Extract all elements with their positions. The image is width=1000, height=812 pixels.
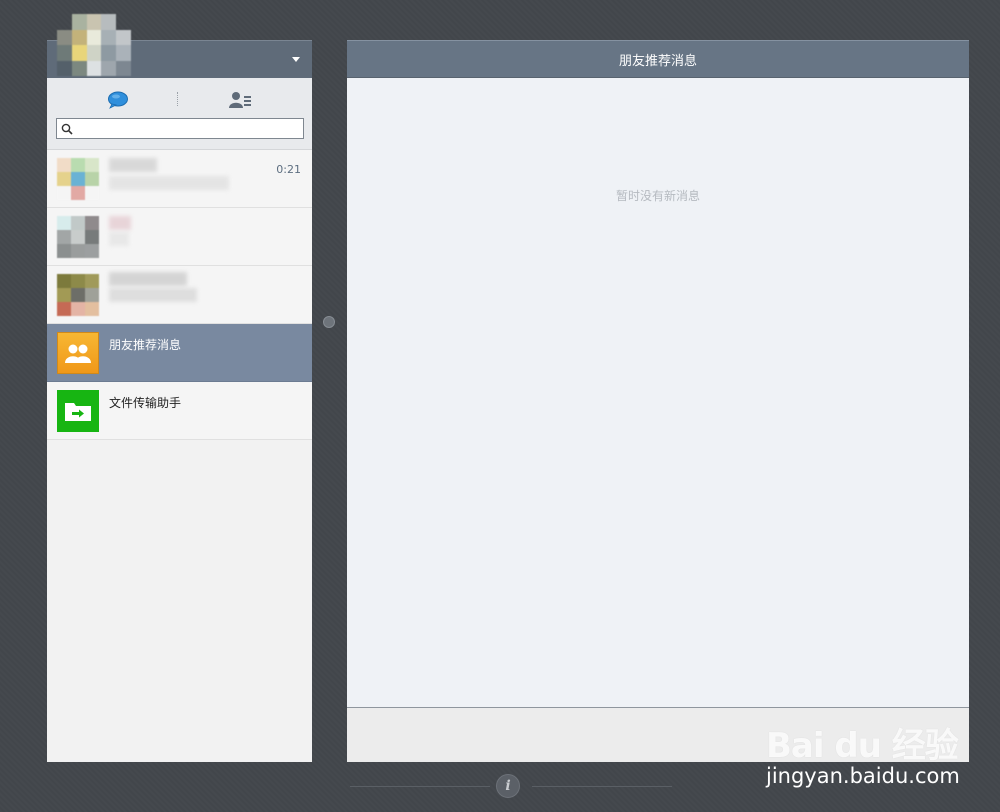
conversation-item[interactable] xyxy=(47,208,312,266)
avatar xyxy=(57,158,99,200)
blurred-name xyxy=(109,158,157,172)
self-avatar[interactable] xyxy=(57,14,131,76)
friend-recommendation-avatar xyxy=(57,332,99,374)
empty-message: 暂时没有新消息 xyxy=(615,189,700,203)
tab-divider xyxy=(177,92,178,106)
chat-bubble-icon xyxy=(108,91,128,109)
conversation-list: 0:21 朋友推荐消息 文件传输助手 xyxy=(47,150,312,440)
conversation-item-file-transfer[interactable]: 文件传输助手 xyxy=(47,382,312,440)
search-box[interactable] xyxy=(56,118,304,139)
chat-panel: 朋友推荐消息 暂时没有新消息 xyxy=(347,40,969,762)
bottom-divider-left xyxy=(350,786,490,787)
conversation-time: 0:21 xyxy=(276,163,301,176)
search-icon xyxy=(57,119,77,138)
info-icon[interactable]: i xyxy=(496,774,520,798)
blurred-preview xyxy=(109,176,229,190)
bottom-divider-right xyxy=(532,786,672,787)
group-users-icon xyxy=(65,344,91,363)
conversation-item-friend-recommendations[interactable]: 朋友推荐消息 xyxy=(47,324,312,382)
chat-title: 朋友推荐消息 xyxy=(347,40,969,78)
search-input[interactable] xyxy=(77,120,303,137)
dropdown-arrow-icon[interactable] xyxy=(292,57,300,62)
tab-chat[interactable] xyxy=(105,90,131,110)
watermark-url: jingyan.baidu.com xyxy=(766,764,960,788)
file-transfer-avatar xyxy=(57,390,99,432)
blurred-preview xyxy=(109,232,129,246)
blurred-name xyxy=(109,216,131,230)
watermark: Bai du 经验 jingyan.baidu.com xyxy=(760,700,1000,800)
conversation-item[interactable]: 0:21 xyxy=(47,150,312,208)
avatar xyxy=(57,216,99,258)
conversation-name: 朋友推荐消息 xyxy=(109,338,182,352)
scroll-handle[interactable] xyxy=(323,316,335,328)
blurred-preview xyxy=(109,288,197,302)
sidebar: 0:21 朋友推荐消息 文件传输助手 xyxy=(47,14,312,762)
blurred-name xyxy=(109,272,187,286)
tab-contacts[interactable] xyxy=(227,89,253,111)
conversation-name: 文件传输助手 xyxy=(109,396,182,410)
avatar xyxy=(57,274,99,316)
conversation-item[interactable] xyxy=(47,266,312,324)
folder-arrow-icon xyxy=(65,403,91,421)
contacts-icon xyxy=(229,92,251,108)
tab-bar xyxy=(47,78,312,150)
watermark-logo: Bai du 经验 xyxy=(766,726,959,766)
